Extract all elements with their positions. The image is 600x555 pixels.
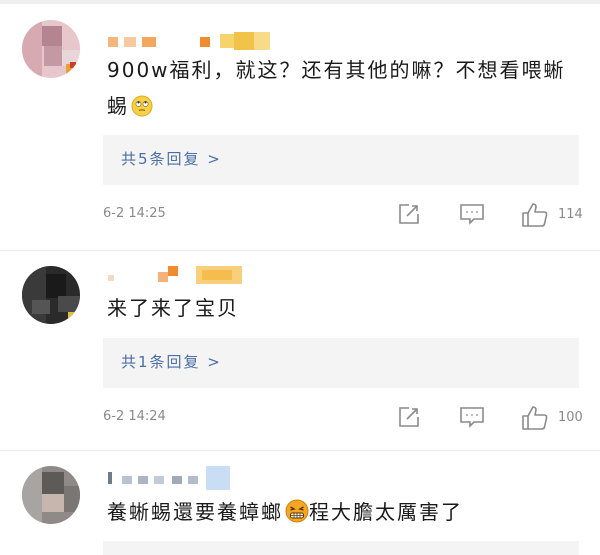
username-blurred[interactable] [108, 466, 278, 490]
comment-text: 来了来了宝贝 [107, 296, 239, 320]
comment-time: 6-2 14:24 [103, 409, 166, 424]
comment-meta: 6-2 14:25 114 [103, 202, 583, 228]
replies-panel[interactable]: 共1条回复 > [103, 338, 579, 388]
view-replies-link[interactable]: 共5条回复 > [121, 148, 222, 169]
comment-meta: 6-2 14:24 100 [103, 405, 583, 431]
comment-text: 養蜥蜴還要養蟑螂 程大膽太厲害了 [107, 494, 577, 534]
comment-text: 900w福利，就这？还有其他的嘛？不想看喂蜥蜴 [107, 52, 577, 128]
comment-icon[interactable] [459, 405, 485, 429]
thumbs-up-icon[interactable] [521, 405, 549, 431]
username-blurred[interactable] [108, 266, 278, 286]
avatar[interactable] [22, 266, 80, 324]
thumbs-up-icon[interactable] [521, 202, 549, 228]
avatar[interactable] [22, 466, 80, 524]
comment-divider [0, 250, 600, 251]
comment-divider [0, 450, 600, 451]
like-count: 100 [558, 410, 583, 425]
share-edit-icon[interactable] [397, 202, 421, 226]
grimacing-emoji-icon [285, 498, 309, 534]
username-blurred[interactable] [108, 32, 278, 52]
replies-panel[interactable]: 共5条回复 > [103, 135, 579, 185]
rolling-eyes-emoji-icon [131, 92, 153, 128]
comment-icon[interactable] [459, 202, 485, 226]
share-edit-icon[interactable] [397, 405, 421, 429]
replies-panel[interactable] [103, 541, 579, 555]
view-replies-link[interactable]: 共1条回复 > [121, 351, 222, 372]
top-divider [0, 0, 600, 4]
comment-time: 6-2 14:25 [103, 206, 166, 221]
like-count: 114 [558, 207, 583, 222]
avatar[interactable] [22, 20, 80, 78]
